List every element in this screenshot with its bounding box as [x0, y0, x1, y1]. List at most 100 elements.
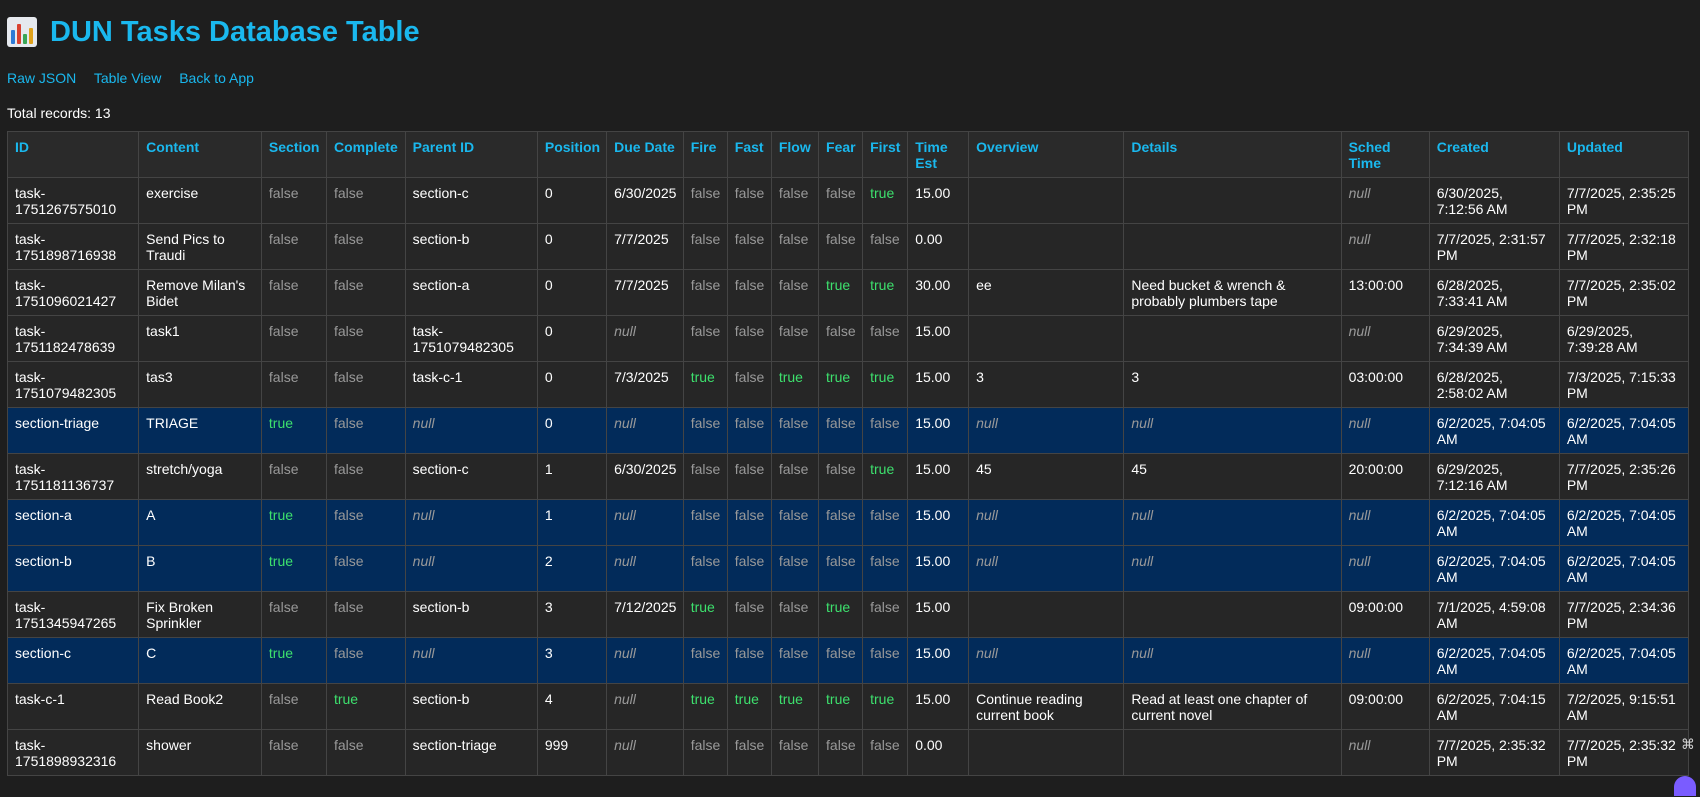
table-cell: true [325, 683, 406, 730]
table-cell [968, 729, 1125, 776]
table-cell: 6/2/2025, 7:04:05 AM [1558, 407, 1690, 454]
table-cell: false [325, 729, 406, 776]
table-cell: 20:00:00 [1340, 453, 1430, 500]
table-cell: Need bucket & wrench & probably plumbers… [1123, 269, 1342, 316]
table-cell: section-triage [6, 407, 140, 454]
table-cell: 13:00:00 [1340, 269, 1430, 316]
apps-icon[interactable]: ⌘ [1681, 736, 1697, 752]
table-cell: null [404, 499, 538, 546]
table-row: task-1751181136737 stretch/yoga false false… [6, 453, 1690, 500]
table-cell: Continue reading current book [968, 683, 1125, 730]
table-cell: 7/7/2025 [606, 223, 684, 270]
table-row: task-1751079482305 tas3 false false task-c-1… [6, 361, 1690, 408]
column-header: Fire [682, 131, 728, 178]
column-header: Time Est [907, 131, 970, 178]
table-cell: false [260, 315, 327, 362]
table-cell: null [606, 499, 684, 546]
table-cell: false [260, 223, 327, 270]
table-cell: null [968, 545, 1125, 592]
column-header: Fear [818, 131, 864, 178]
table-cell: 2 [536, 545, 608, 592]
table-cell: null [1123, 499, 1342, 546]
table-cell: task-1751345947265 [6, 591, 140, 638]
table-cell: 6/29/2025, 7:39:28 AM [1558, 315, 1690, 362]
table-row: task-1751096021427 Remove Milan's Bidet fa… [6, 269, 1690, 316]
table-cell: true [770, 683, 820, 730]
table-cell: true [260, 545, 327, 592]
table-cell [1123, 223, 1342, 270]
table-cell: null [606, 683, 684, 730]
table-cell: 7/7/2025, 2:35:02 PM [1558, 269, 1690, 316]
table-cell: false [260, 591, 327, 638]
column-header: Fast [726, 131, 772, 178]
table-cell: false [770, 729, 820, 776]
assistant-icon[interactable] [1674, 776, 1696, 796]
table-cell: false [770, 177, 820, 224]
table-cell: false [818, 453, 864, 500]
table-cell: 7/7/2025, 2:32:18 PM [1558, 223, 1690, 270]
section-row: section-a Atrue false null 1 null false false fa… [6, 499, 1690, 546]
table-cell: false [770, 407, 820, 454]
table-cell: tas3 [138, 361, 262, 408]
table-cell [1123, 591, 1342, 638]
total-records: Total records: 13 [7, 105, 111, 121]
table-cell: false [325, 545, 406, 592]
table-cell: section-triage [404, 729, 538, 776]
table-cell: 15.00 [907, 499, 970, 546]
table-cell: section-c [404, 177, 538, 224]
table-cell: true [260, 499, 327, 546]
table-cell: 7/7/2025, 2:35:26 PM [1558, 453, 1690, 500]
table-row: task-1751182478639 task1 false false task-17… [6, 315, 1690, 362]
column-header: Complete [325, 131, 406, 178]
table-cell: 09:00:00 [1340, 591, 1430, 638]
table-cell: 15.00 [907, 453, 970, 500]
table-cell: false [770, 223, 820, 270]
section-row: section-triage TRIAGE true false null 0 null fa… [6, 407, 1690, 454]
table-cell: null [606, 545, 684, 592]
table-cell: false [260, 269, 327, 316]
table-cell: 6/2/2025, 7:04:05 AM [1428, 545, 1560, 592]
table-cell: true [260, 637, 327, 684]
table-cell: 15.00 [907, 361, 970, 408]
raw-json-link[interactable]: Raw JSON [7, 70, 76, 86]
table-cell: false [726, 223, 772, 270]
column-header: Parent ID [404, 131, 538, 178]
table-cell: false [682, 269, 728, 316]
column-header: Due Date [606, 131, 684, 178]
table-cell: 6/28/2025, 2:58:02 AM [1428, 361, 1560, 408]
column-header: Flow [770, 131, 820, 178]
table-cell: 7/7/2025, 2:35:32 PM [1428, 729, 1560, 776]
table-cell: task-1751898716938 [6, 223, 140, 270]
table-cell: 7/2/2025, 9:15:51 AM [1558, 683, 1690, 730]
table-cell: false [260, 361, 327, 408]
table-cell: 30.00 [907, 269, 970, 316]
table-cell: true [818, 683, 864, 730]
column-header: Overview [968, 131, 1125, 178]
table-cell: null [606, 729, 684, 776]
table-cell: C [138, 637, 262, 684]
table-cell: task-1751181136737 [6, 453, 140, 500]
table-cell: null [1123, 545, 1342, 592]
table-cell: true [862, 683, 909, 730]
table-cell: false [325, 361, 406, 408]
table-cell [1123, 729, 1342, 776]
column-header: Created [1428, 131, 1560, 178]
table-body: task-1751267575010 exercise false false sect… [6, 177, 1690, 776]
table-cell: 03:00:00 [1340, 361, 1430, 408]
table-cell: 6/2/2025, 7:04:05 AM [1428, 637, 1560, 684]
table-cell [1123, 315, 1342, 362]
table-view-link[interactable]: Table View [94, 70, 161, 86]
table-row: task-1751345947265 Fix Broken Sprinkler fa… [6, 591, 1690, 638]
table-cell: 15.00 [907, 545, 970, 592]
table-cell: false [862, 499, 909, 546]
table-row: task-c-1 Read Book2 false true section-b 4 nul… [6, 683, 1690, 730]
table-cell: task-1751898932316 [6, 729, 140, 776]
table-cell: true [260, 407, 327, 454]
back-to-app-link[interactable]: Back to App [179, 70, 254, 86]
table-cell: false [260, 453, 327, 500]
table-cell: false [818, 637, 864, 684]
table-cell: null [968, 407, 1125, 454]
table-cell: false [770, 269, 820, 316]
table-cell: null [1340, 637, 1430, 684]
table-cell: true [682, 591, 728, 638]
